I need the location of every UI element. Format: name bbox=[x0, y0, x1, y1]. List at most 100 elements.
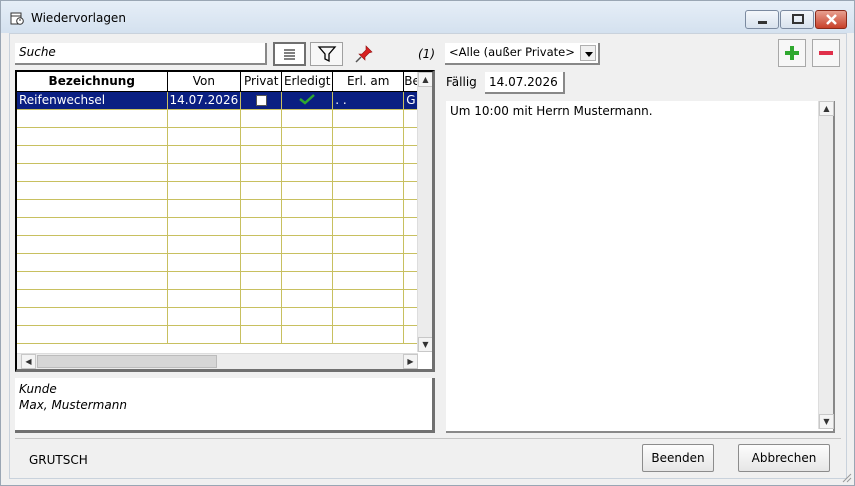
close-button[interactable] bbox=[815, 10, 847, 29]
empty-cell[interactable] bbox=[167, 163, 242, 182]
empty-cell[interactable] bbox=[281, 145, 334, 164]
remove-button[interactable] bbox=[812, 39, 840, 67]
empty-cell[interactable] bbox=[240, 109, 283, 128]
pin-icon[interactable] bbox=[353, 44, 375, 64]
empty-cell[interactable] bbox=[281, 127, 334, 146]
list-view-button[interactable] bbox=[273, 42, 306, 66]
empty-cell[interactable] bbox=[332, 145, 405, 164]
scroll-left-icon[interactable]: ◀ bbox=[21, 354, 36, 369]
empty-cell[interactable] bbox=[332, 271, 405, 290]
empty-cell[interactable] bbox=[167, 325, 242, 344]
empty-cell[interactable] bbox=[281, 217, 334, 236]
empty-table-row[interactable] bbox=[17, 145, 421, 164]
minimize-button[interactable] bbox=[745, 10, 779, 29]
cell-bezeichnung[interactable]: Reifenwechsel bbox=[17, 91, 168, 110]
empty-cell[interactable] bbox=[240, 325, 283, 344]
empty-cell[interactable] bbox=[167, 127, 242, 146]
empty-table-row[interactable] bbox=[17, 271, 421, 290]
reminder-grid[interactable]: Bezeichnung Von Privat Erledigt Erl. am … bbox=[15, 70, 435, 372]
empty-cell[interactable] bbox=[240, 235, 283, 254]
empty-cell[interactable] bbox=[167, 109, 242, 128]
empty-cell[interactable] bbox=[281, 307, 334, 326]
empty-cell[interactable] bbox=[17, 199, 168, 218]
chevron-down-icon[interactable] bbox=[580, 45, 596, 61]
scroll-down-icon[interactable]: ▼ bbox=[418, 337, 432, 352]
empty-table-row[interactable] bbox=[17, 307, 421, 326]
cell-erl-am[interactable]: . . bbox=[332, 91, 405, 110]
empty-cell[interactable] bbox=[281, 271, 334, 290]
empty-cell[interactable] bbox=[332, 181, 405, 200]
empty-cell[interactable] bbox=[332, 307, 405, 326]
empty-cell[interactable] bbox=[240, 253, 283, 272]
empty-cell[interactable] bbox=[332, 253, 405, 272]
empty-cell[interactable] bbox=[17, 181, 168, 200]
empty-cell[interactable] bbox=[281, 163, 334, 182]
due-date-field[interactable]: 14.07.2026 bbox=[485, 72, 565, 94]
empty-cell[interactable] bbox=[332, 289, 405, 308]
empty-cell[interactable] bbox=[17, 109, 168, 128]
empty-table-row[interactable] bbox=[17, 289, 421, 308]
empty-cell[interactable] bbox=[240, 307, 283, 326]
column-header-privat[interactable]: Privat bbox=[240, 72, 283, 92]
empty-cell[interactable] bbox=[167, 271, 242, 290]
privat-checkbox[interactable] bbox=[255, 95, 267, 106]
empty-cell[interactable] bbox=[281, 235, 334, 254]
scroll-down-icon[interactable]: ▼ bbox=[819, 414, 834, 429]
empty-table-row[interactable] bbox=[17, 325, 421, 344]
empty-cell[interactable] bbox=[17, 145, 168, 164]
empty-cell[interactable] bbox=[281, 109, 334, 128]
grid-vertical-scrollbar[interactable]: ▲ ▼ bbox=[417, 72, 432, 352]
empty-cell[interactable] bbox=[167, 199, 242, 218]
empty-cell[interactable] bbox=[17, 163, 168, 182]
empty-cell[interactable] bbox=[167, 235, 242, 254]
table-row[interactable]: Reifenwechsel 14.07.2026 . . G bbox=[17, 91, 421, 110]
empty-cell[interactable] bbox=[281, 199, 334, 218]
empty-cell[interactable] bbox=[332, 199, 405, 218]
empty-cell[interactable] bbox=[167, 145, 242, 164]
empty-cell[interactable] bbox=[17, 289, 168, 308]
empty-table-row[interactable] bbox=[17, 127, 421, 146]
empty-table-row[interactable] bbox=[17, 163, 421, 182]
filter-button[interactable] bbox=[310, 42, 343, 66]
empty-cell[interactable] bbox=[332, 217, 405, 236]
empty-cell[interactable] bbox=[332, 235, 405, 254]
memo-vertical-scrollbar[interactable]: ▲ ▼ bbox=[818, 101, 834, 429]
memo-textarea[interactable]: Um 10:00 mit Herrn Mustermann. ▲ ▼ bbox=[446, 101, 835, 433]
empty-cell[interactable] bbox=[17, 271, 168, 290]
add-button[interactable] bbox=[778, 39, 806, 67]
empty-cell[interactable] bbox=[240, 271, 283, 290]
empty-cell[interactable] bbox=[240, 181, 283, 200]
empty-cell[interactable] bbox=[17, 253, 168, 272]
grid-horizontal-scrollbar[interactable]: ◀ ▶ bbox=[17, 353, 418, 369]
scroll-right-icon[interactable]: ▶ bbox=[403, 354, 418, 369]
column-header-erledigt[interactable]: Erledigt bbox=[281, 72, 334, 92]
empty-cell[interactable] bbox=[281, 181, 334, 200]
empty-cell[interactable] bbox=[332, 109, 405, 128]
cancel-button[interactable]: Abbrechen bbox=[738, 444, 830, 472]
empty-cell[interactable] bbox=[240, 163, 283, 182]
empty-cell[interactable] bbox=[17, 127, 168, 146]
empty-cell[interactable] bbox=[240, 145, 283, 164]
cell-von[interactable]: 14.07.2026 bbox=[167, 91, 242, 110]
end-button[interactable]: Beenden bbox=[642, 444, 714, 472]
empty-cell[interactable] bbox=[281, 325, 334, 344]
empty-cell[interactable] bbox=[167, 253, 242, 272]
resize-grip-icon[interactable] bbox=[840, 471, 852, 483]
empty-cell[interactable] bbox=[17, 307, 168, 326]
maximize-button[interactable] bbox=[780, 10, 814, 29]
empty-table-row[interactable] bbox=[17, 235, 421, 254]
empty-cell[interactable] bbox=[240, 289, 283, 308]
empty-cell[interactable] bbox=[167, 217, 242, 236]
column-header-erl-am[interactable]: Erl. am bbox=[332, 72, 405, 92]
cell-erledigt[interactable] bbox=[281, 91, 334, 110]
empty-cell[interactable] bbox=[167, 289, 242, 308]
category-filter-select[interactable]: <Alle (außer Private> bbox=[445, 43, 600, 65]
empty-cell[interactable] bbox=[332, 325, 405, 344]
scroll-up-icon[interactable]: ▲ bbox=[819, 101, 834, 116]
empty-table-row[interactable] bbox=[17, 199, 421, 218]
empty-table-row[interactable] bbox=[17, 253, 421, 272]
empty-table-row[interactable] bbox=[17, 217, 421, 236]
empty-cell[interactable] bbox=[17, 217, 168, 236]
search-input[interactable]: Suche bbox=[15, 43, 267, 65]
empty-cell[interactable] bbox=[332, 127, 405, 146]
